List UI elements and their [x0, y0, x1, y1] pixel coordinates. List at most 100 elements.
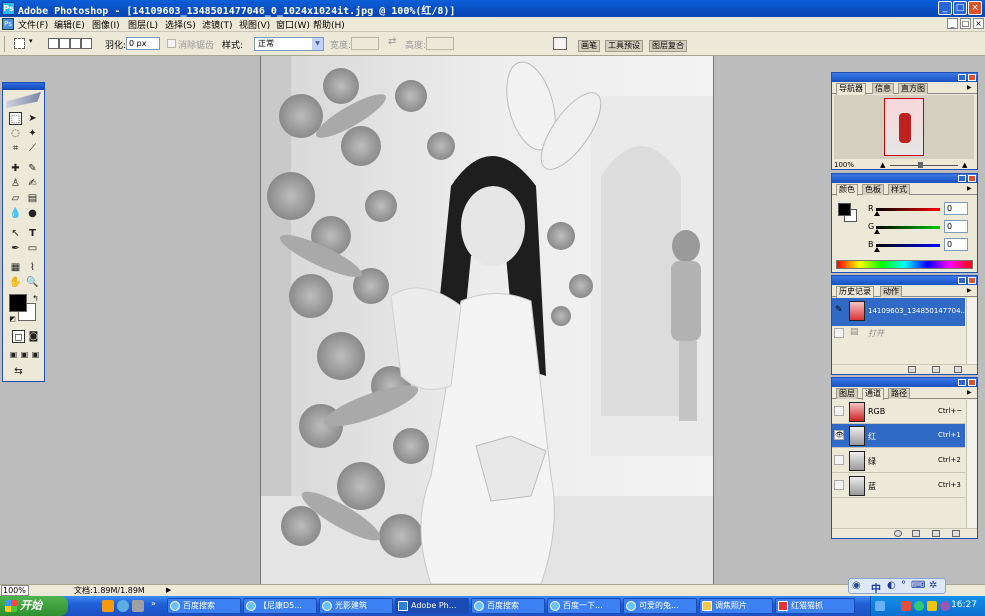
- tray-clock[interactable]: 16:27: [951, 600, 977, 610]
- height-input[interactable]: [426, 37, 454, 50]
- swap-colors-icon[interactable]: ↰: [29, 292, 42, 305]
- path-selection-tool-icon[interactable]: ↖: [9, 227, 22, 240]
- slice-tool-icon[interactable]: ⟋: [26, 142, 39, 155]
- healing-brush-tool-icon[interactable]: ✚: [9, 162, 22, 175]
- navigator-zoom-thumb[interactable]: [918, 162, 923, 168]
- task-button-baidu-search[interactable]: 百度一下...: [547, 598, 621, 614]
- shape-tool-icon[interactable]: ▭: [26, 242, 39, 255]
- magic-wand-tool-icon[interactable]: ✦: [26, 127, 39, 140]
- eyedropper-tool-icon[interactable]: ⌇: [26, 261, 39, 274]
- channels-scrollbar[interactable]: [966, 400, 977, 528]
- move-tool-icon[interactable]: ➤: [26, 112, 39, 125]
- file-browser-icon[interactable]: [553, 37, 567, 50]
- blur-tool-icon[interactable]: 💧: [9, 207, 22, 220]
- panel-minimize-icon[interactable]: [958, 379, 966, 386]
- blue-value-input[interactable]: 0: [944, 238, 968, 251]
- brush-tool-icon[interactable]: ✎: [26, 162, 39, 175]
- style-select[interactable]: 正常 ▼: [254, 37, 324, 51]
- type-tool-icon[interactable]: T: [26, 227, 39, 240]
- menu-window[interactable]: 窗口(W): [276, 18, 310, 31]
- new-channel-icon[interactable]: [932, 530, 940, 537]
- intersect-selection-icon[interactable]: [81, 38, 92, 49]
- channel-row-blue[interactable]: 蓝 Ctrl+3: [832, 474, 965, 498]
- tab-styles[interactable]: 样式: [888, 184, 910, 195]
- green-value-input[interactable]: 0: [944, 220, 968, 233]
- panel-minimize-icon[interactable]: [958, 277, 966, 284]
- document-image[interactable]: [260, 56, 714, 584]
- task-button-bunny[interactable]: 可爱的兔...: [623, 598, 697, 614]
- history-snapshot-row[interactable]: ✎ 14109603_134850147704...: [832, 298, 965, 326]
- panel-title-bar[interactable]: [832, 174, 977, 183]
- eye-icon[interactable]: 👁: [834, 430, 844, 440]
- zoom-tool-icon[interactable]: 🔍: [26, 276, 39, 289]
- panel-title-bar[interactable]: [832, 378, 977, 387]
- red-slider-track[interactable]: [876, 208, 940, 211]
- panel-minimize-icon[interactable]: [958, 74, 966, 81]
- load-channel-selection-icon[interactable]: [894, 530, 902, 537]
- quicklaunch-desktop-icon[interactable]: [132, 600, 144, 612]
- menu-edit[interactable]: 编辑(E): [54, 18, 85, 31]
- zoom-out-icon[interactable]: ▲: [880, 161, 885, 169]
- task-button-capture[interactable]: 红猫猫抓: [775, 598, 855, 614]
- doc-close-button[interactable]: ×: [973, 18, 984, 29]
- color-foreground-swatch[interactable]: [838, 203, 851, 216]
- tab-histogram[interactable]: 直方图: [898, 83, 928, 94]
- jump-to-imageready-icon[interactable]: ⇆: [12, 365, 25, 378]
- standard-mode-icon[interactable]: ◻: [12, 330, 25, 343]
- panel-close-icon[interactable]: [968, 74, 976, 81]
- channel-row-rgb[interactable]: RGB Ctrl+~: [832, 400, 965, 424]
- red-value-input[interactable]: 0: [944, 202, 968, 215]
- well-tab-brushes[interactable]: 画笔: [578, 40, 600, 52]
- menu-image[interactable]: 图像(I): [92, 18, 120, 31]
- quicklaunch-ie-icon[interactable]: [117, 600, 129, 612]
- red-slider-thumb[interactable]: [874, 211, 880, 216]
- close-button[interactable]: ×: [968, 1, 982, 15]
- save-selection-channel-icon[interactable]: [912, 530, 920, 537]
- feather-input[interactable]: 0 px: [126, 37, 160, 50]
- eraser-tool-icon[interactable]: ▱: [9, 192, 22, 205]
- pen-tool-icon[interactable]: ✒: [9, 242, 22, 255]
- ime-settings-icon[interactable]: ✲: [929, 580, 937, 591]
- delete-state-icon[interactable]: [954, 366, 962, 373]
- doc-restore-button[interactable]: □: [960, 18, 971, 29]
- width-input[interactable]: [351, 37, 379, 50]
- hand-tool-icon[interactable]: ✋: [9, 276, 22, 289]
- green-slider-thumb[interactable]: [874, 229, 880, 234]
- channel-visibility-green[interactable]: [834, 455, 844, 465]
- antialias-checkbox[interactable]: [167, 39, 176, 48]
- panel-menu-arrow-icon[interactable]: ▶: [967, 84, 974, 91]
- menu-view[interactable]: 视图(V): [239, 18, 270, 31]
- dodge-tool-icon[interactable]: ●: [26, 207, 39, 220]
- navigator-zoom-slider[interactable]: [890, 165, 958, 166]
- task-button-nikon[interactable]: 【尼康D5...: [243, 598, 317, 614]
- tray-app-icon[interactable]: [914, 601, 924, 611]
- tray-shield-icon[interactable]: [901, 601, 911, 611]
- history-brush-source-icon[interactable]: ✎: [835, 305, 843, 315]
- blue-slider-track[interactable]: [876, 244, 940, 247]
- blue-slider-thumb[interactable]: [874, 247, 880, 252]
- history-source-checkbox[interactable]: [834, 328, 844, 338]
- lasso-tool-icon[interactable]: ◌: [9, 127, 22, 140]
- clone-stamp-tool-icon[interactable]: ♙: [9, 177, 22, 190]
- new-snapshot-icon[interactable]: [932, 366, 940, 373]
- rect-marquee-tool-icon[interactable]: ⬚: [9, 112, 22, 125]
- quicklaunch-expand-icon[interactable]: »: [151, 599, 156, 608]
- tray-volume-icon[interactable]: [927, 601, 937, 611]
- notes-tool-icon[interactable]: ▦: [9, 261, 22, 274]
- ime-punctuation-icon[interactable]: °: [901, 580, 906, 591]
- tab-color[interactable]: 颜色: [836, 184, 858, 196]
- new-selection-icon[interactable]: [48, 38, 59, 49]
- status-menu-arrow-icon[interactable]: ▶: [166, 585, 174, 596]
- menu-select[interactable]: 选择(S): [165, 18, 196, 31]
- tab-history[interactable]: 历史记录: [836, 286, 874, 298]
- menu-filter[interactable]: 滤镜(T): [202, 18, 233, 31]
- quick-mask-mode-icon[interactable]: ◙: [27, 330, 40, 343]
- task-button-baidu-1[interactable]: 百度搜索: [167, 598, 241, 614]
- feather-logo-icon[interactable]: [6, 92, 41, 108]
- panel-title-bar[interactable]: [832, 73, 977, 82]
- green-slider-track[interactable]: [876, 226, 940, 229]
- channel-visibility-blue[interactable]: [834, 480, 844, 490]
- tray-network-icon[interactable]: [875, 601, 885, 611]
- menu-file[interactable]: 文件(F): [18, 18, 48, 31]
- tab-actions[interactable]: 动作: [880, 286, 902, 297]
